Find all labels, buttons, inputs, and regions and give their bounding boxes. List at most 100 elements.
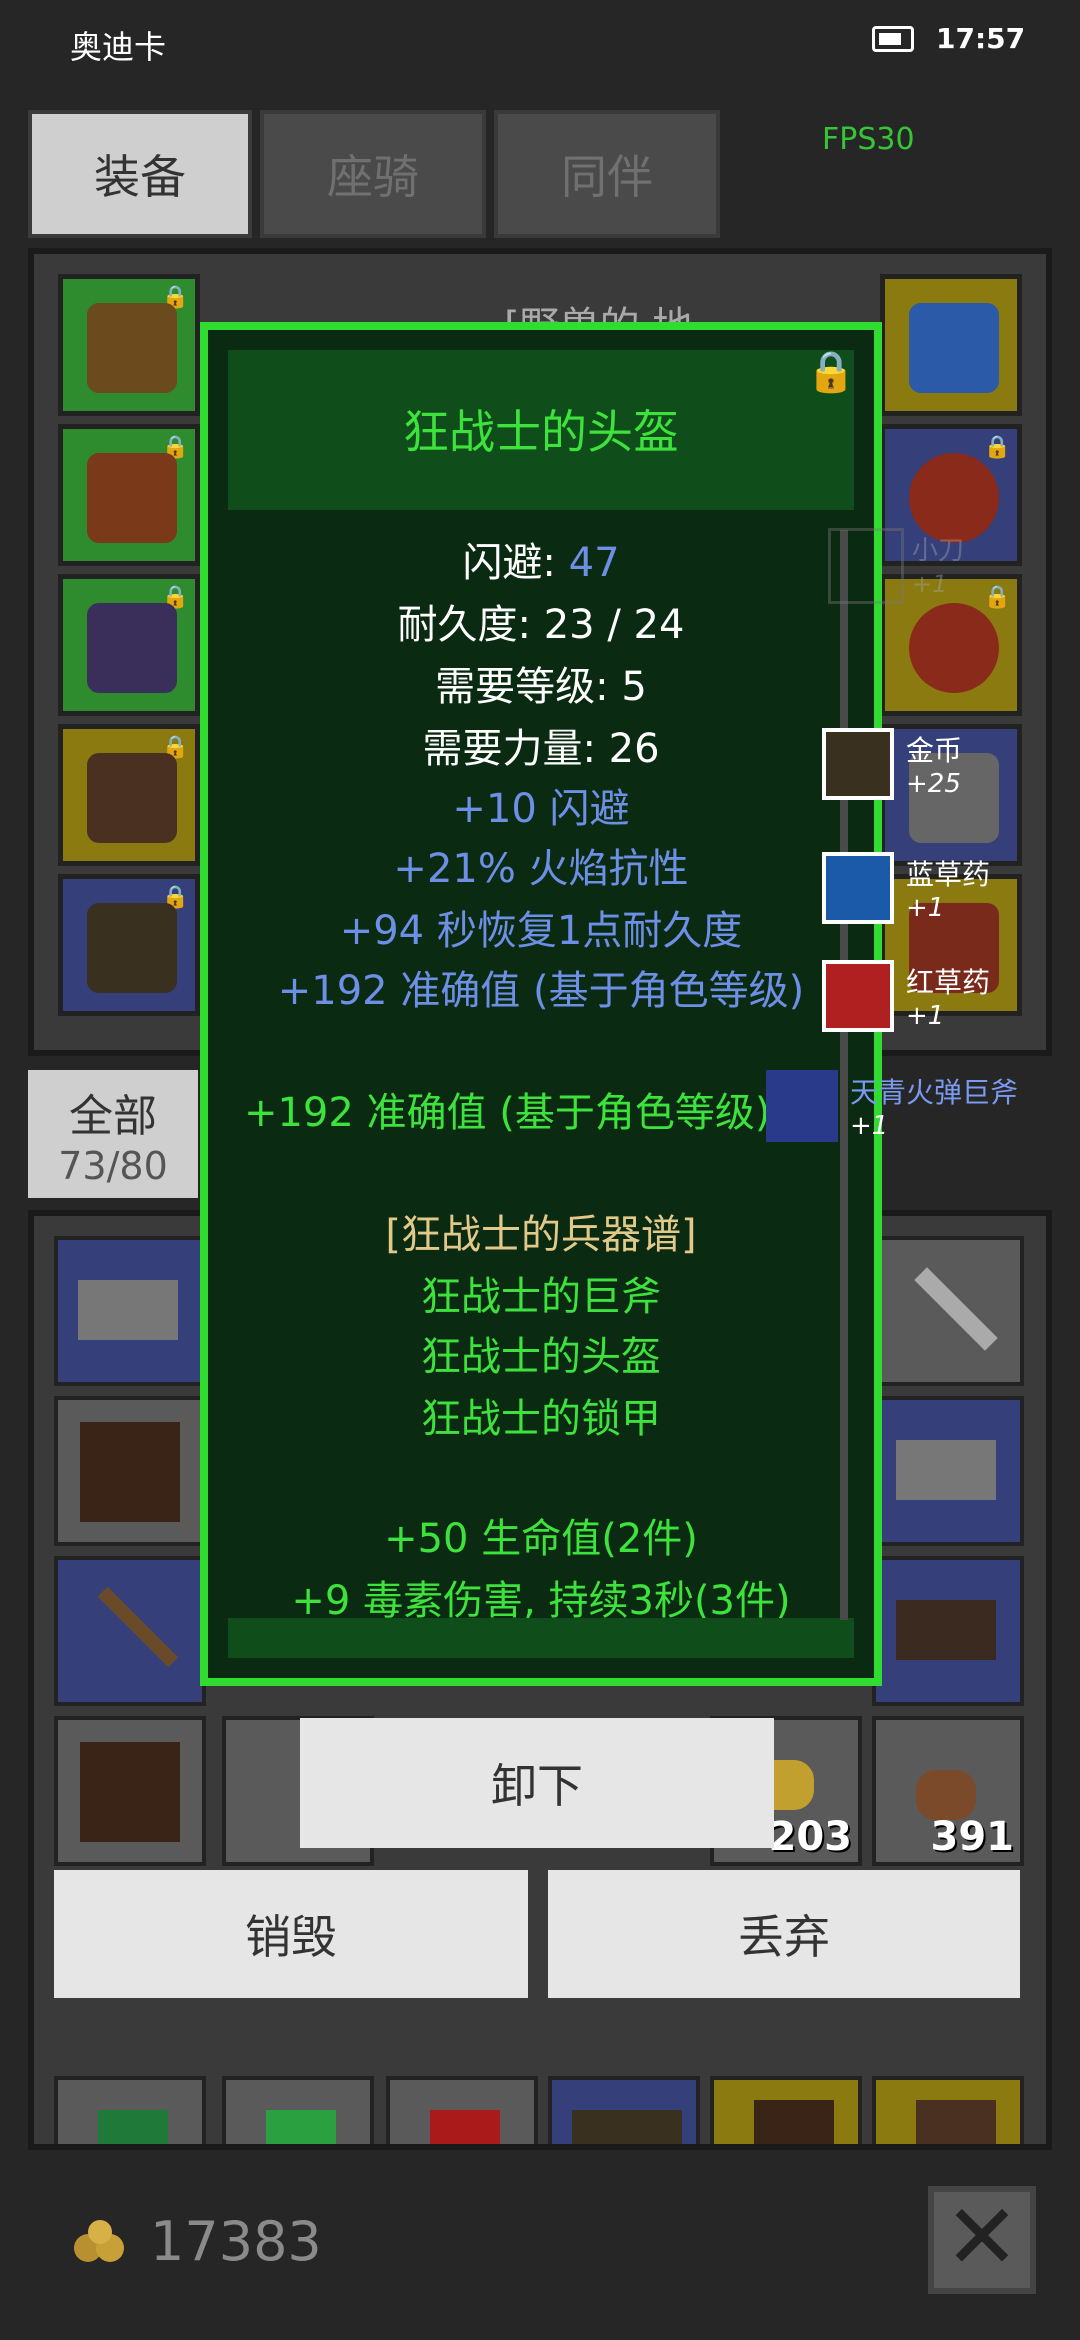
inventory-slot[interactable]: [54, 1556, 206, 1706]
set-item: 狂战士的锁甲: [421, 1396, 661, 1442]
boots-icon: [916, 2100, 996, 2144]
bonus-line: +10 闪避: [452, 786, 630, 832]
set-item: 狂战士的头盔: [421, 1334, 661, 1380]
inventory-slot[interactable]: [54, 1716, 206, 1866]
inventory-slot[interactable]: [386, 2076, 538, 2144]
slot-gloves[interactable]: 🔒: [58, 574, 200, 716]
status-bar: 奥迪卡 17:57: [0, 0, 1080, 90]
item-tooltip: 狂战士的头盔 🔒 闪避: 47 耐久度: 23 / 24 需要等级: 5 需要力…: [200, 322, 882, 1686]
gold-total: 17383: [150, 2210, 322, 2273]
carrier-name: 奥迪卡: [70, 28, 167, 66]
dagger-pickup-icon: [828, 528, 904, 604]
filter-all[interactable]: 全部 73/80: [28, 1070, 198, 1198]
pickup-count: +1: [906, 1001, 945, 1031]
filter-count: 73/80: [58, 1144, 168, 1188]
pickup-count: +1: [906, 893, 945, 923]
set-title: [狂战士的兵器谱]: [385, 1212, 697, 1258]
tab-mount[interactable]: 座骑: [260, 110, 486, 238]
bonus-line: +21% 火焰抗性: [393, 846, 689, 892]
stat-level-req: 需要等级: 5: [435, 664, 647, 710]
boots-icon: [754, 2100, 834, 2144]
set-item: 狂战士的巨斧: [421, 1274, 661, 1320]
slot-armor[interactable]: 🔒: [58, 424, 200, 566]
pickup-name: 红草药: [906, 966, 991, 999]
slot-amulet[interactable]: [880, 274, 1022, 416]
lock-icon: 🔒: [983, 585, 1011, 610]
stat-label: 闪避:: [462, 540, 556, 586]
pickup-name: 金币: [906, 734, 963, 767]
pickup-name: 蓝草药: [906, 858, 991, 891]
fps-counter: FPS30: [822, 122, 915, 157]
gem-icon: [98, 2110, 168, 2144]
pickup-count: +1: [850, 1111, 889, 1141]
blue-herb-icon: [822, 852, 894, 924]
inventory-slot[interactable]: [222, 2076, 374, 2144]
helmet-icon: [87, 303, 177, 393]
staff-icon: [97, 1586, 179, 1668]
ring-icon: [909, 603, 999, 693]
lock-icon: 🔒: [983, 435, 1011, 460]
bonus-line: +192 准确值 (基于角色等级): [277, 968, 805, 1014]
lock-icon[interactable]: 🔒: [806, 348, 856, 395]
clock: 17:57: [936, 22, 1026, 55]
stat-value: 47: [568, 540, 620, 586]
inventory-slot[interactable]: [710, 2076, 862, 2144]
gem-icon: [266, 2110, 336, 2144]
tab-companion[interactable]: 同伴: [494, 110, 720, 238]
inventory-slot[interactable]: 391: [872, 1716, 1024, 1866]
axe-icon: [78, 1280, 178, 1340]
battery-icon: [872, 26, 914, 52]
inventory-slot[interactable]: [872, 1556, 1024, 1706]
amulet-icon: [909, 303, 999, 393]
inventory-slot[interactable]: [54, 1236, 206, 1386]
set-bonus-line: +192 准确值 (基于角色等级)(: [243, 1090, 787, 1136]
stat-dodge: 闪避: 47: [208, 530, 874, 588]
tooltip-footer: [228, 1618, 854, 1658]
side-item-name: 小刀: [912, 536, 965, 566]
inventory-slot[interactable]: [54, 2076, 206, 2144]
close-button[interactable]: ✕: [928, 2186, 1036, 2294]
tab-equipment[interactable]: 装备: [28, 110, 252, 238]
tooltip-header: 狂战士的头盔: [228, 350, 854, 510]
discard-button[interactable]: 丢弃: [548, 1870, 1020, 1998]
stat-strength-req: 需要力量: 26: [422, 726, 660, 772]
slot-belt[interactable]: 🔒: [58, 874, 200, 1016]
set-effect: +50 生命值(2件): [384, 1516, 698, 1562]
bonus-line: +94 秒恢复1点耐久度: [339, 908, 743, 954]
slot-boots[interactable]: 🔒: [58, 724, 200, 866]
inventory-slot[interactable]: [872, 2076, 1024, 2144]
pickaxe-icon: [896, 1600, 996, 1660]
belt-icon: [87, 903, 177, 993]
item-quantity: 391: [930, 1814, 1015, 1860]
red-herb-icon: [822, 960, 894, 1032]
pickup-gold: 金币 +25: [822, 722, 962, 806]
gem-icon: [430, 2110, 500, 2144]
slot-helmet[interactable]: 🔒: [58, 274, 200, 416]
pickup-blue-herb: 蓝草药 +1: [822, 846, 990, 930]
item-name: 狂战士的头盔: [403, 405, 679, 459]
gold-icon: [822, 728, 894, 800]
destroy-button[interactable]: 销毁: [54, 1870, 528, 1998]
inventory-slot[interactable]: [548, 2076, 700, 2144]
pickup-count: +25: [906, 769, 961, 799]
inventory-slot[interactable]: [872, 1236, 1024, 1386]
armor-icon: [87, 453, 177, 543]
stat-durability: 耐久度: 23 / 24: [397, 602, 685, 648]
pickup-name: 天青火弹巨斧: [850, 1076, 1019, 1109]
axe-icon: [766, 1070, 838, 1142]
unequip-button[interactable]: 卸下: [300, 1718, 774, 1848]
axe-icon: [896, 1440, 996, 1500]
armor-icon: [80, 1422, 180, 1522]
dagger-icon: [914, 1267, 998, 1351]
gloves-icon: [87, 603, 177, 693]
side-item-count: +1: [912, 570, 948, 598]
inventory-slot[interactable]: [54, 1396, 206, 1546]
boots-icon: [87, 753, 177, 843]
inventory-slot[interactable]: [872, 1396, 1024, 1546]
pickup-red-herb: 红草药 +1: [822, 954, 990, 1038]
armor-icon: [80, 1742, 180, 1842]
pickup-axe: 天青火弹巨斧 +1: [766, 1064, 1018, 1148]
item-quantity: 203: [768, 1814, 853, 1860]
ore-icon: [916, 1770, 976, 1820]
gold-coin-icon: [70, 2218, 130, 2268]
